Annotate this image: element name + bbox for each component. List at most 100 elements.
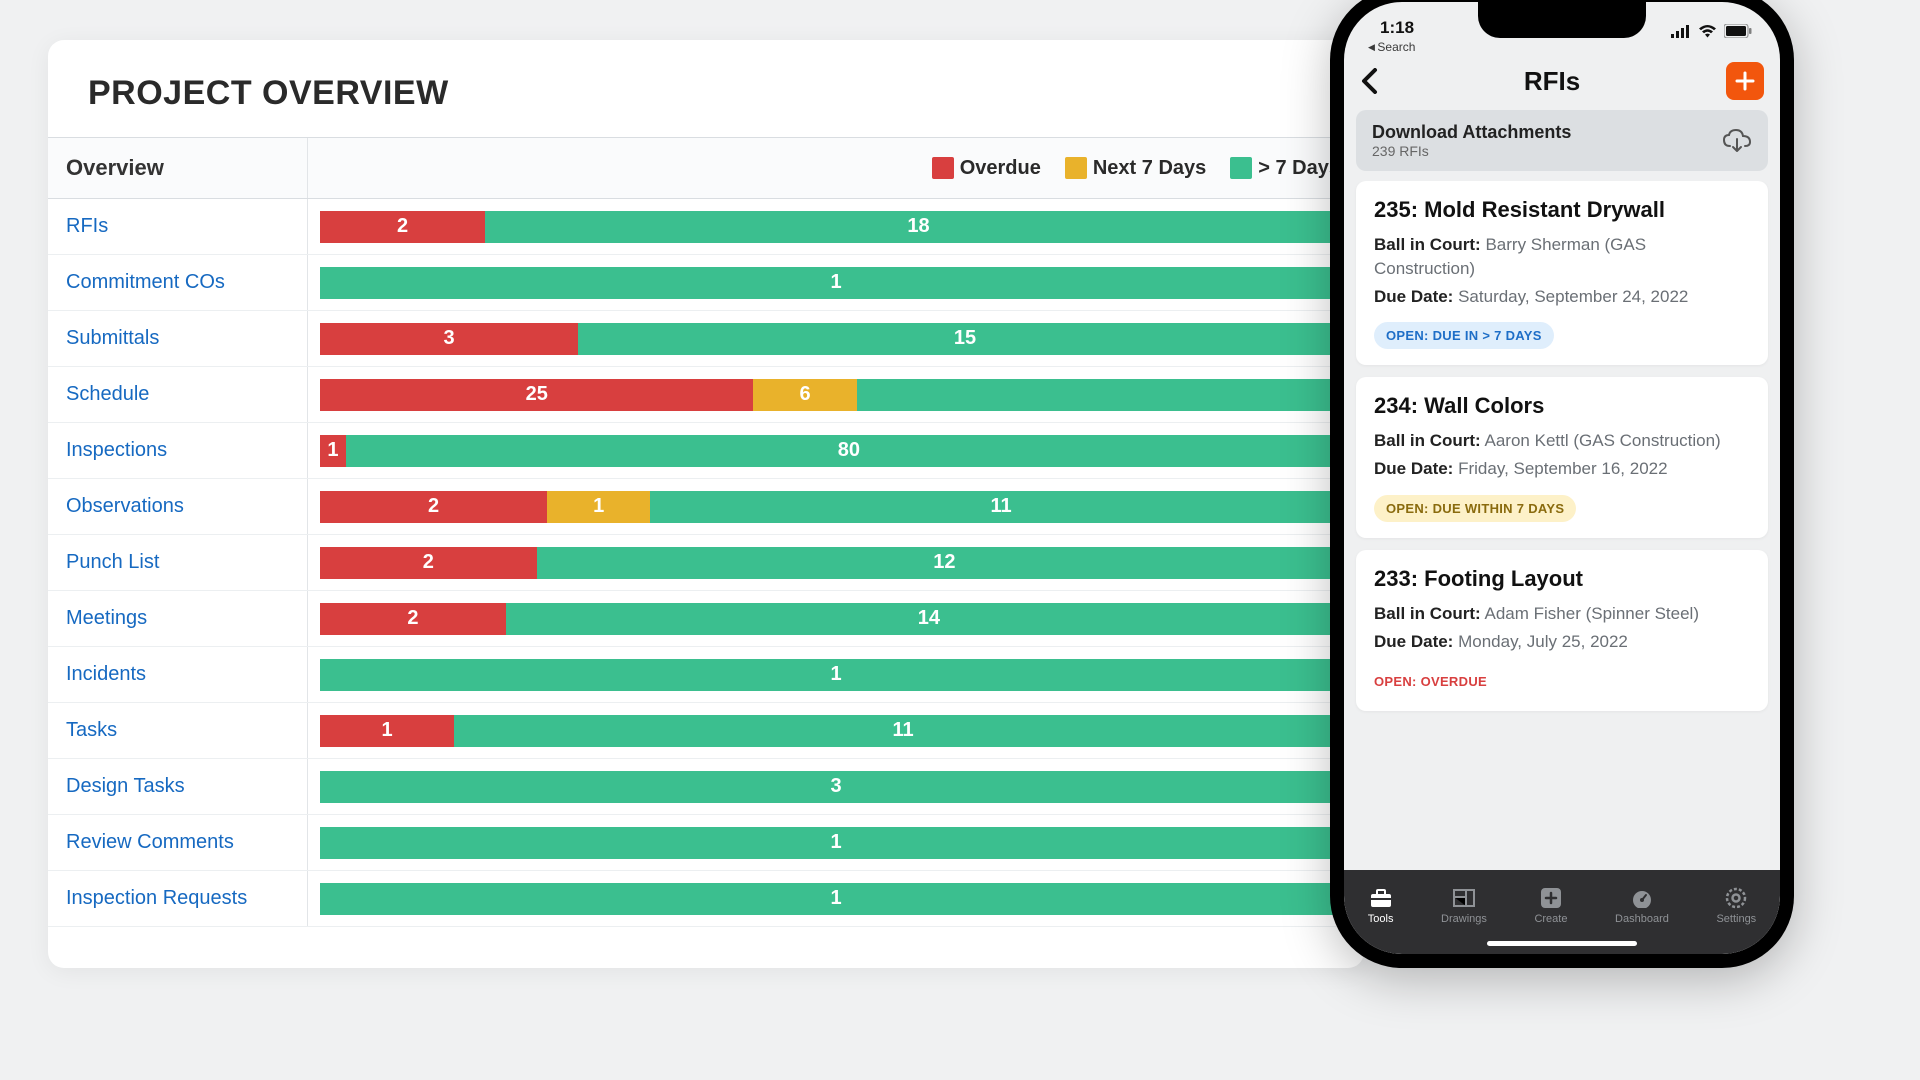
- stacked-bar: 218: [320, 211, 1352, 243]
- overview-header-label: Overview: [48, 138, 308, 198]
- swatch-next7: [1065, 157, 1087, 179]
- overview-row: Observations 2111: [48, 479, 1364, 535]
- row-link[interactable]: Submittals: [48, 311, 308, 366]
- tab-label: Dashboard: [1615, 913, 1669, 925]
- seg-gt7: 11: [454, 715, 1352, 747]
- rfi-status-badge: OPEN: OVERDUE: [1374, 668, 1499, 695]
- seg-next7: 1: [547, 491, 650, 523]
- tab-settings[interactable]: Settings: [1716, 887, 1756, 925]
- rfi-ball-in-court: Ball in Court: Adam Fisher (Spinner Stee…: [1374, 602, 1750, 626]
- seg-overdue: 2: [320, 491, 547, 523]
- back-button[interactable]: [1360, 68, 1378, 94]
- seg-gt7: 1: [320, 883, 1352, 915]
- row-link[interactable]: Review Comments: [48, 815, 308, 870]
- add-button[interactable]: [1726, 62, 1764, 100]
- tab-dashboard[interactable]: Dashboard: [1615, 887, 1669, 925]
- rfi-card[interactable]: 234: Wall ColorsBall in Court: Aaron Ket…: [1356, 377, 1768, 538]
- stacked-bar: 3: [320, 771, 1352, 803]
- seg-overdue: 1: [320, 715, 454, 747]
- rfi-title: 235: Mold Resistant Drywall: [1374, 197, 1750, 223]
- legend-overdue: Overdue: [932, 157, 1041, 180]
- overview-row: Tasks 111: [48, 703, 1364, 759]
- rfi-title: 234: Wall Colors: [1374, 393, 1750, 419]
- row-link[interactable]: Schedule: [48, 367, 308, 422]
- gear-icon: [1724, 887, 1748, 909]
- toolbox-icon: [1369, 887, 1393, 909]
- stacked-bar: 111: [320, 715, 1352, 747]
- row-link[interactable]: Incidents: [48, 647, 308, 702]
- row-link[interactable]: Observations: [48, 479, 308, 534]
- row-link[interactable]: Design Tasks: [48, 759, 308, 814]
- row-bar: 1: [308, 647, 1364, 702]
- stacked-bar: 256: [320, 379, 1352, 411]
- legend: Overdue Next 7 Days > 7 Days: [308, 157, 1364, 180]
- wifi-icon: [1698, 24, 1717, 38]
- legend-next7-label: Next 7 Days: [1093, 157, 1206, 180]
- download-attachments-bar[interactable]: Download Attachments 239 RFIs: [1356, 110, 1768, 171]
- phone-screen: 1:18 Search RFIs Download Attachments 23…: [1344, 2, 1780, 954]
- row-bar: 214: [308, 591, 1364, 646]
- tab-label: Tools: [1368, 913, 1394, 925]
- download-title: Download Attachments: [1372, 122, 1571, 143]
- row-bar: 315: [308, 311, 1364, 366]
- row-link[interactable]: RFIs: [48, 199, 308, 254]
- battery-icon: [1724, 24, 1752, 38]
- stacked-bar: 214: [320, 603, 1352, 635]
- seg-gt7: 80: [346, 435, 1352, 467]
- rfi-status-badge: OPEN: DUE IN > 7 DAYS: [1374, 322, 1554, 349]
- seg-gt7: 14: [506, 603, 1352, 635]
- row-link[interactable]: Meetings: [48, 591, 308, 646]
- row-link[interactable]: Tasks: [48, 703, 308, 758]
- overview-row: RFIs 218: [48, 199, 1364, 255]
- status-icons: [1671, 24, 1752, 38]
- tab-drawings[interactable]: Drawings: [1441, 887, 1487, 925]
- download-text: Download Attachments 239 RFIs: [1372, 122, 1571, 159]
- seg-overdue: 2: [320, 547, 537, 579]
- stacked-bar: 1: [320, 883, 1352, 915]
- overview-row: Commitment COs 1: [48, 255, 1364, 311]
- rfi-card[interactable]: 233: Footing LayoutBall in Court: Adam F…: [1356, 550, 1768, 711]
- rfi-card[interactable]: 235: Mold Resistant Drywall Ball in Court…: [1356, 181, 1768, 365]
- row-bar: 3: [308, 759, 1364, 814]
- page-title: PROJECT OVERVIEW: [48, 74, 1364, 137]
- tab-tools[interactable]: Tools: [1368, 887, 1394, 925]
- row-bar: 1: [308, 815, 1364, 870]
- download-sub: 239 RFIs: [1372, 143, 1571, 159]
- home-indicator[interactable]: [1487, 941, 1637, 946]
- nav-title: RFIs: [1524, 66, 1580, 97]
- seg-gt7: 18: [485, 211, 1352, 243]
- seg-overdue: 2: [320, 211, 485, 243]
- seg-gt7: 1: [320, 267, 1352, 299]
- stacked-bar: 180: [320, 435, 1352, 467]
- row-bar: 111: [308, 703, 1364, 758]
- row-link[interactable]: Inspection Requests: [48, 871, 308, 926]
- status-time: 1:18: [1380, 18, 1414, 38]
- row-bar: 180: [308, 423, 1364, 478]
- stacked-bar: 1: [320, 267, 1352, 299]
- row-link[interactable]: Inspections: [48, 423, 308, 478]
- breadcrumb-label: Search: [1377, 40, 1415, 54]
- tab-create[interactable]: Create: [1534, 887, 1567, 925]
- row-bar: 212: [308, 535, 1364, 590]
- breadcrumb[interactable]: Search: [1344, 38, 1780, 54]
- legend-gt7-label: > 7 Days: [1258, 157, 1340, 180]
- phone-notch: [1478, 2, 1646, 38]
- seg-gt7: 12: [537, 547, 1352, 579]
- row-link[interactable]: Punch List: [48, 535, 308, 590]
- seg-gt7: 3: [320, 771, 1352, 803]
- overview-row: Meetings 214: [48, 591, 1364, 647]
- stacked-bar: 2111: [320, 491, 1352, 523]
- blueprint-icon: [1452, 887, 1476, 909]
- cellular-icon: [1671, 25, 1691, 38]
- swatch-gt7: [1230, 157, 1252, 179]
- rfi-list[interactable]: 235: Mold Resistant Drywall Ball in Court…: [1344, 181, 1780, 870]
- row-bar: 218: [308, 199, 1364, 254]
- row-link[interactable]: Commitment COs: [48, 255, 308, 310]
- tab-bar: Tools Drawings Create Dashboard: [1344, 870, 1780, 954]
- gauge-icon: [1630, 887, 1654, 909]
- project-overview-card: PROJECT OVERVIEW Overview Overdue Next 7…: [48, 40, 1364, 968]
- tab-label: Settings: [1716, 913, 1756, 925]
- tab-label: Drawings: [1441, 913, 1487, 925]
- overview-row: Review Comments1: [48, 815, 1364, 871]
- rfi-ball-in-court: Ball in Court: Barry Sherman (GAS Constr…: [1374, 233, 1750, 281]
